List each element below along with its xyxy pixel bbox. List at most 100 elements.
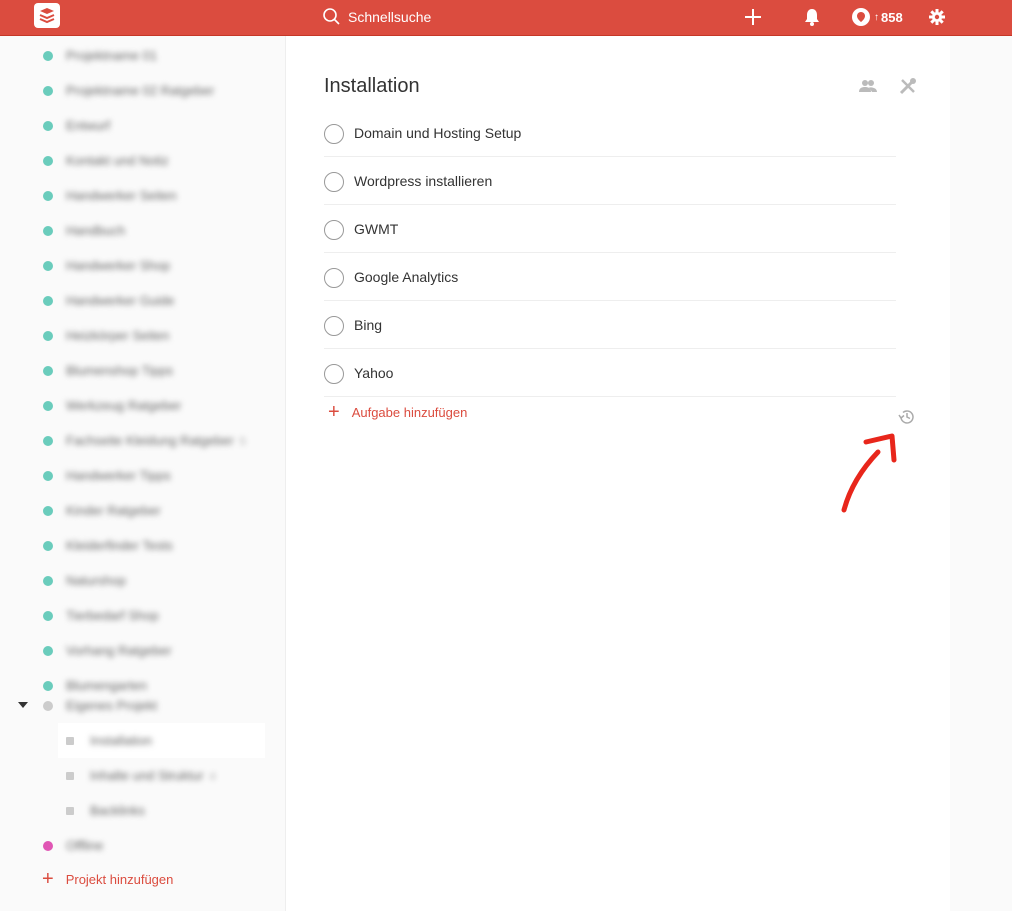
project-color-dot [43, 51, 53, 61]
todoist-logo-icon[interactable] [34, 3, 60, 28]
add-task-button[interactable] [742, 6, 764, 28]
task-item[interactable]: Google Analytics [324, 253, 896, 301]
quick-search[interactable]: Schnellsuche [322, 6, 431, 28]
project-count: 5 [239, 436, 246, 448]
page-title: Installation [324, 75, 420, 97]
project-item[interactable]: Projektname 01 [0, 38, 266, 73]
subproject-dot [66, 807, 74, 815]
task-item[interactable]: Wordpress installieren [324, 157, 896, 205]
project-color-dot [43, 471, 53, 481]
project-name: Handwerker Seiten [66, 188, 177, 203]
project-color-dot [43, 86, 53, 96]
project-item[interactable]: Handwerker Guide [0, 283, 266, 318]
notifications-button[interactable] [801, 6, 823, 28]
task-checkbox[interactable] [324, 364, 344, 384]
add-task-label: Aufgabe hinzufügen [351, 404, 468, 420]
top-bar: Schnellsuche ↑ 858 [0, 0, 1012, 36]
project-color-dot [43, 646, 53, 656]
project-name: Kinder Ratgeber [66, 503, 161, 518]
task-item[interactable]: GWMT [324, 205, 896, 253]
sidebar: Projektname 01 Projektname 02 Ratgeber Ent… [0, 36, 286, 911]
task-label: GWMT [354, 221, 399, 237]
task-label: Bing [354, 317, 383, 333]
project-color-dot [43, 226, 53, 236]
project-item[interactable]: Kinder Ratgeber [0, 493, 266, 528]
project-color-dot [43, 576, 53, 586]
project-name: Handwerker Guide [66, 293, 175, 308]
settings-button[interactable] [926, 6, 948, 28]
project-color-dot [43, 156, 53, 166]
subproject-item[interactable]: Installation [58, 723, 265, 758]
project-color-dot [43, 541, 53, 551]
project-actions-button[interactable] [898, 76, 918, 96]
project-color-dot [43, 506, 53, 516]
project-count: 4 [209, 771, 216, 783]
annotation-arrow-icon [841, 433, 897, 513]
project-name: Backlinks [90, 803, 145, 818]
project-name: Handwerker Shop [66, 258, 171, 273]
project-item[interactable]: Kleiderfinder Tests [0, 528, 266, 563]
project-name: Projektname 02 Ratgeber [66, 83, 215, 98]
caret-down-icon[interactable] [18, 702, 28, 708]
plus-icon: + [42, 868, 54, 890]
users-icon [859, 80, 877, 92]
project-name: Naturshop [66, 573, 126, 588]
task-label: Domain und Hosting Setup [354, 125, 522, 141]
task-item[interactable]: Domain und Hosting Setup [324, 109, 896, 157]
add-project-button[interactable]: + Projekt hinzufügen [42, 868, 174, 890]
task-checkbox[interactable] [324, 220, 344, 240]
project-color-dot [43, 331, 53, 341]
search-icon [323, 8, 340, 25]
task-checkbox[interactable] [324, 124, 344, 144]
project-name: Kleiderfinder Tests [66, 538, 173, 553]
project-item[interactable]: Handbuch [0, 213, 266, 248]
project-item[interactable]: Kontakt und Notiz [0, 143, 266, 178]
project-item[interactable]: Handwerker Seiten [0, 178, 266, 213]
subproject-item[interactable]: Inhalte und Struktur 4 [0, 758, 266, 793]
project-color-dot [43, 841, 53, 851]
task-checkbox[interactable] [324, 316, 344, 336]
project-color-dot [43, 436, 53, 446]
task-checkbox[interactable] [324, 172, 344, 192]
project-item[interactable]: Projektname 02 Ratgeber [0, 73, 266, 108]
project-item[interactable]: Entwurf [0, 108, 266, 143]
project-color-dot [43, 701, 53, 711]
project-item[interactable]: Naturshop [0, 563, 266, 598]
project-name: Tierbedarf Shop [66, 608, 159, 623]
add-project-label: Projekt hinzufügen [65, 871, 174, 887]
karma-button[interactable]: ↑ 858 [852, 6, 903, 28]
project-name: Projektname 01 [66, 48, 158, 63]
project-item[interactable]: Handwerker Shop [0, 248, 266, 283]
project-group[interactable]: Eigenes Projekt [0, 688, 266, 723]
gear-icon [929, 9, 945, 25]
project-name: Werkzeug Ratgeber [66, 398, 182, 413]
project-item[interactable]: Handwerker Tipps [0, 458, 266, 493]
project-item[interactable]: Werkzeug Ratgeber [0, 388, 266, 423]
project-name: Vorhang Ratgeber [66, 643, 172, 658]
project-name: Heizkörper Seiten [66, 328, 170, 343]
project-name: Blumenshop Tipps [66, 363, 173, 378]
project-name: Handbuch [66, 223, 126, 238]
plus-icon: + [328, 401, 340, 423]
karma-arrow: ↑ [874, 11, 879, 23]
share-button[interactable] [858, 76, 878, 96]
subproject-dot [66, 737, 74, 745]
project-name: Handwerker Tipps [66, 468, 171, 483]
project-item[interactable]: Tierbedarf Shop [0, 598, 266, 633]
project-color-dot [43, 121, 53, 131]
subproject-item[interactable]: Backlinks [0, 793, 266, 828]
add-task-link[interactable]: + Aufgabe hinzufügen [328, 401, 468, 423]
history-button[interactable] [896, 406, 918, 428]
project-item[interactable]: Blumenshop Tipps [0, 353, 266, 388]
project-item[interactable]: Heizkörper Seiten [0, 318, 266, 353]
task-item[interactable]: Bing [324, 301, 896, 349]
project-color-dot [43, 611, 53, 621]
project-name: Fachseite Kleidung Ratgeber [66, 433, 234, 448]
project-item[interactable]: Fachseite Kleidung Ratgeber 5 [0, 423, 266, 458]
project-color-dot [43, 401, 53, 411]
task-item[interactable]: Yahoo [324, 349, 896, 397]
task-checkbox[interactable] [324, 268, 344, 288]
project-item[interactable]: Vorhang Ratgeber [0, 633, 266, 668]
tools-icon [899, 78, 916, 95]
project-item[interactable]: Offline [0, 828, 266, 863]
